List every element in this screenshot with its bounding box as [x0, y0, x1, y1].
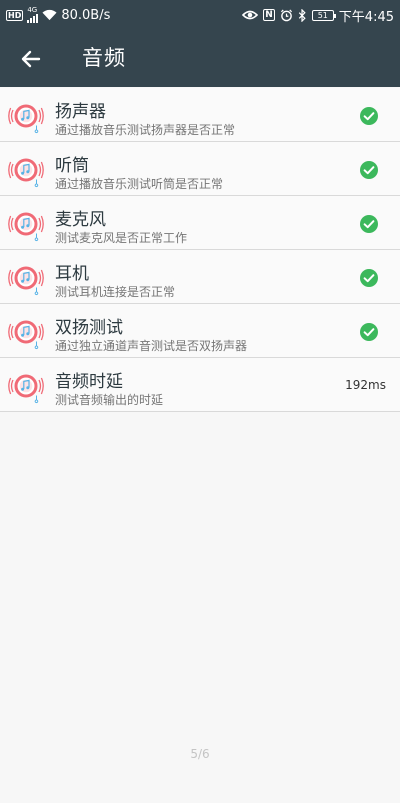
list-item-4[interactable]: 耳机 测试耳机连接是否正常 — [0, 250, 400, 304]
item-subtitle: 测试耳机连接是否正常 — [55, 285, 176, 299]
back-button[interactable] — [16, 44, 46, 74]
speaker-music-icon — [8, 320, 44, 350]
list-item-6[interactable]: 音频时延 测试音频输出的时延 192ms — [0, 358, 400, 412]
item-title: 音频时延 — [55, 372, 123, 392]
item-title: 耳机 — [55, 264, 89, 284]
item-subtitle: 通过播放音乐测试听筒是否正常 — [55, 177, 224, 191]
cellular-signal-icon: 4G — [27, 6, 39, 23]
battery-icon: 51 — [311, 9, 336, 21]
item-subtitle: 通过独立通道声音测试是否双扬声器 — [55, 339, 248, 353]
list-item-2[interactable]: 听筒 通过播放音乐测试听筒是否正常 — [0, 142, 400, 196]
arrow-left-icon — [21, 50, 41, 68]
item-subtitle: 测试音频输出的时延 — [55, 393, 164, 407]
list-item-5[interactable]: 双扬测试 通过独立通道声音测试是否双扬声器 — [0, 304, 400, 358]
item-title: 扬声器 — [55, 102, 106, 122]
audio-test-list: 扬声器 通过播放音乐测试扬声器是否正常 听筒 通过播放音乐测试听筒是否正常 麦克… — [0, 88, 400, 412]
speaker-music-icon — [8, 266, 44, 296]
speaker-music-icon — [8, 104, 44, 134]
hd-icon: HD — [6, 9, 24, 21]
item-title: 听筒 — [55, 156, 89, 176]
eye-icon — [242, 10, 259, 20]
item-subtitle: 测试麦克风是否正常工作 — [55, 231, 188, 245]
item-title: 双扬测试 — [55, 318, 123, 338]
item-subtitle: 通过播放音乐测试扬声器是否正常 — [55, 123, 236, 137]
wifi-icon — [42, 9, 57, 21]
clock: 下午4:45 — [338, 9, 394, 25]
list-item-1[interactable]: 扬声器 通过播放音乐测试扬声器是否正常 — [0, 88, 400, 142]
alarm-icon — [280, 9, 292, 21]
nfc-icon: N — [263, 9, 275, 21]
item-title: 麦克风 — [55, 210, 106, 230]
status-bar-left: HD 4G 80.0B/s — [6, 0, 110, 30]
latency-value: 192ms — [345, 378, 386, 392]
check-circle-icon — [360, 161, 378, 179]
check-circle-icon — [360, 107, 378, 125]
bluetooth-icon — [298, 8, 306, 22]
network-speed: 80.0B/s — [61, 7, 111, 23]
page-title: 音频 — [82, 46, 126, 70]
speaker-music-icon — [8, 374, 44, 404]
status-bar: HD 4G 80.0B/s N 51 下午4:45 — [0, 0, 400, 30]
check-circle-icon — [360, 269, 378, 287]
check-circle-icon — [360, 215, 378, 233]
check-circle-icon — [360, 323, 378, 341]
network-type-label: 4G — [27, 6, 38, 14]
page-indicator: 5/6 — [190, 747, 210, 761]
status-bar-right: N 51 下午4:45 — [242, 0, 394, 30]
speaker-music-icon — [8, 212, 44, 242]
speaker-music-icon — [8, 158, 44, 188]
list-item-3[interactable]: 麦克风 测试麦克风是否正常工作 — [0, 196, 400, 250]
toolbar: 音频 — [0, 30, 400, 87]
